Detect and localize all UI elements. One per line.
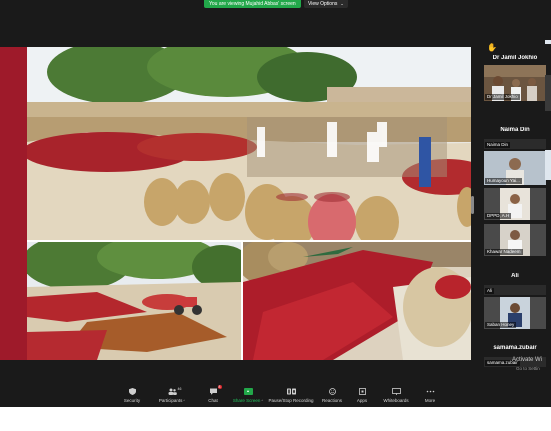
view-options-button[interactable]: View Options ⌄ [304,0,348,8]
participant-tile-label: Ali [485,288,495,294]
participant-tile-label: Dr Jamil Jokhio [485,94,520,100]
chevron-down-icon: ⌄ [340,1,344,6]
view-options-label: View Options [308,1,338,7]
chili-market-photo [27,47,471,240]
security-label: Security [123,398,141,403]
pause-stop-icon [286,388,296,395]
slide-accent-bar [0,47,27,360]
participant-count: 46 [177,387,182,391]
participant-name: Ali [511,273,519,279]
meeting-toolbar: Security 46 Participants^ 8 Chat Share S… [0,380,551,407]
participant-tile-label: Humayoun Yai... [485,178,522,184]
whiteboard-icon [391,388,401,395]
gallery-edge [545,150,551,180]
participant-video-tile[interactable]: Saban Honey [484,297,546,329]
chili-heap-photo [243,242,471,360]
apps-icon [358,388,367,395]
participants-label: Participants [158,398,183,403]
apps-label: Apps [356,398,368,403]
chili-drying-field-photo [27,242,241,360]
participant-name-tile[interactable]: Naima Din [484,139,546,149]
caret-up-icon[interactable]: ^ [261,399,263,403]
participant-video-tile[interactable]: Khawar Nadeem [484,224,546,256]
chat-label: Chat [208,398,218,403]
participant-video-tile[interactable]: DPPD, A.H [484,188,546,220]
caret-up-icon[interactable]: ^ [183,399,185,403]
reactions-icon [328,388,337,395]
chat-unread-badge: 8 [217,385,222,389]
zoom-meeting-window: You are viewing Mujahid Abbas' screen Vi… [0,0,551,407]
participant-tile-label: Naima Din [485,142,511,148]
participant-name: Naima Din [500,127,530,133]
raised-hand-icon: ✋ [487,43,497,52]
activate-windows-watermark: Activate Wi [512,357,543,363]
participant-gallery: ✋ Dr Jamil Jokhio Dr Jamil Jokhio Naima … [479,38,551,368]
participant-video-tile[interactable]: Humayoun Yai... [484,151,546,185]
participant-tile-label: Saban Honey [485,322,517,328]
participants-icon: 46 [168,387,181,395]
share-screen-label: Share Screen [232,398,261,403]
chat-icon: 8 [209,385,222,395]
screen-share-banner: You are viewing Mujahid Abbas' screen [204,0,301,8]
more-label: More [424,398,436,403]
share-screen-icon [243,388,253,395]
more-icon [426,388,435,395]
shield-icon [128,388,137,395]
gallery-scroll-handle[interactable] [471,196,474,214]
participant-tile-label: Khawar Nadeem [485,249,523,255]
gallery-edge [545,40,551,44]
participant-name-tile[interactable]: Ali [484,285,546,295]
participant-name: samama.zubair [493,345,537,351]
participant-name: Dr Jamil Jokhio [492,55,538,61]
participant-video-tile[interactable]: Dr Jamil Jokhio [484,65,546,101]
shared-screen [0,47,471,360]
activate-windows-subtitle: Go to Settin [516,366,540,371]
gallery-edge [545,75,551,111]
more-button[interactable]: More [405,388,455,403]
participant-tile-label: DPPD, A.H [485,213,512,219]
